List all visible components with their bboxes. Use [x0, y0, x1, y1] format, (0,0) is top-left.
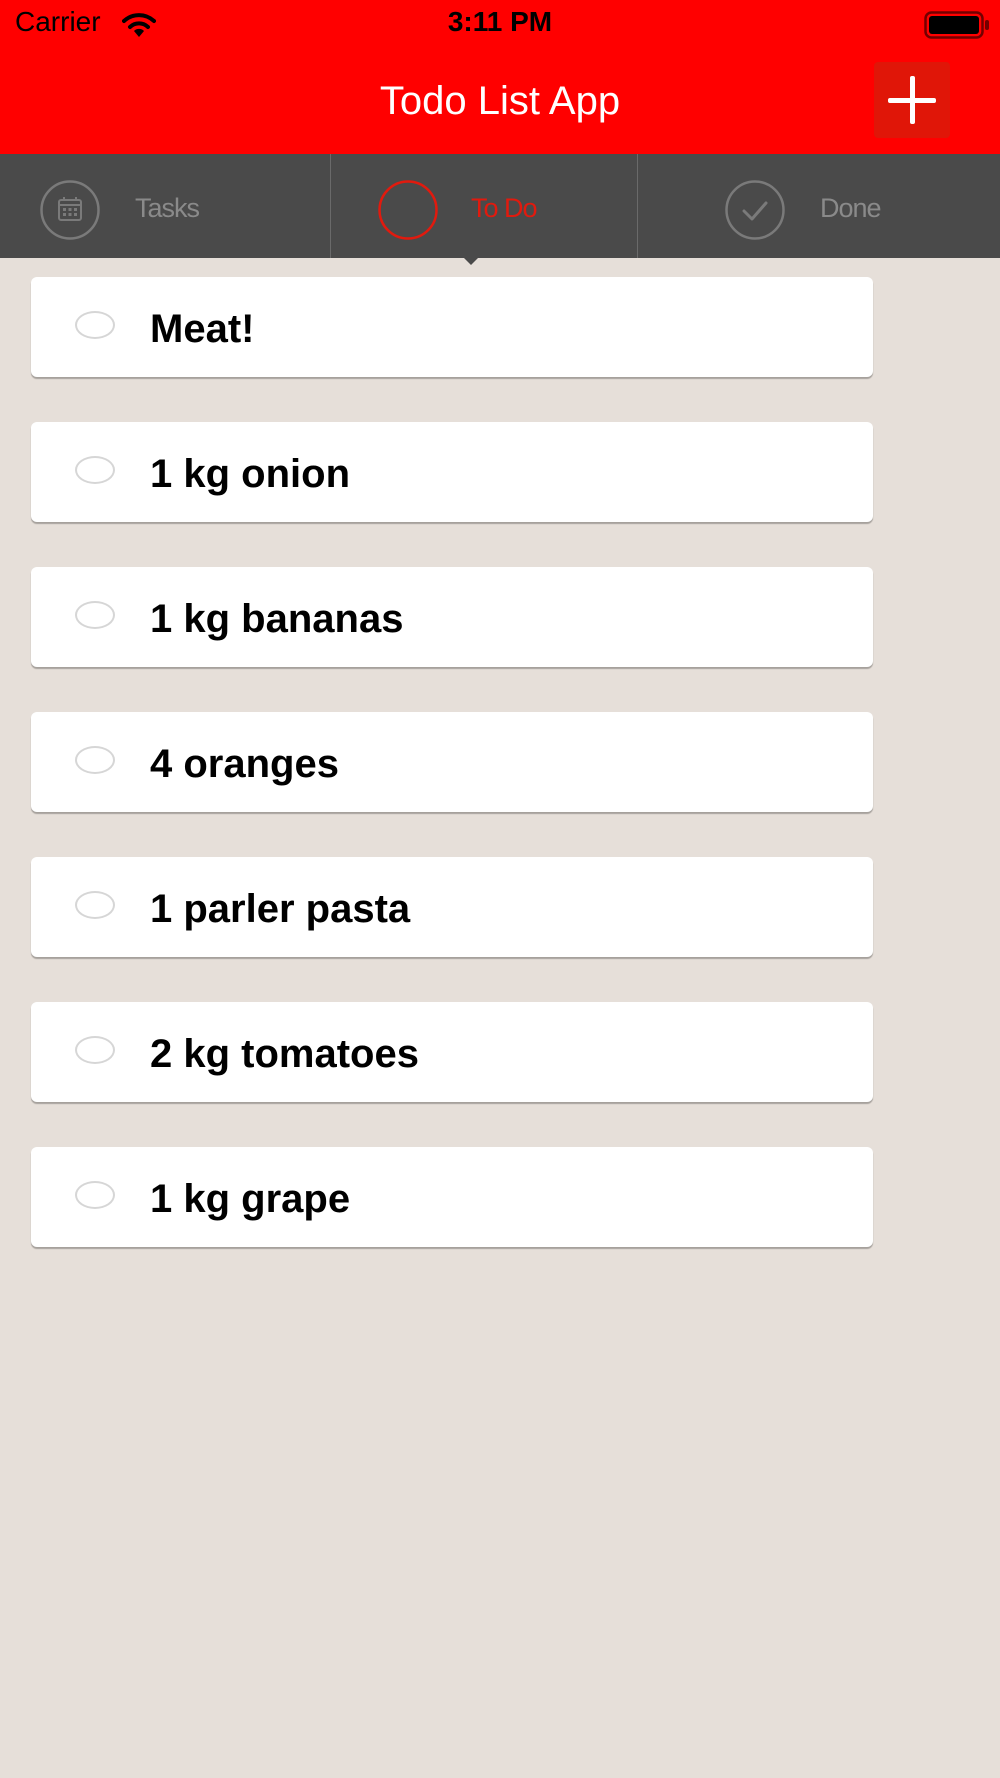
- todo-checkbox[interactable]: [75, 601, 115, 629]
- list-item[interactable]: 1 kg bananas: [31, 567, 873, 667]
- tab-todo[interactable]: To Do: [331, 154, 637, 258]
- circle-icon: [378, 180, 438, 240]
- list-item[interactable]: 1 kg grape: [31, 1147, 873, 1247]
- calendar-icon: [40, 180, 100, 240]
- todo-text: 1 parler pasta: [150, 887, 411, 931]
- tab-done-label: Done: [820, 193, 882, 223]
- todo-text: 1 kg onion: [150, 452, 350, 496]
- tab-bar: Tasks To Do Done: [0, 154, 1000, 258]
- tab-done[interactable]: Done: [638, 154, 1000, 258]
- battery-icon: [924, 11, 989, 39]
- todo-text: 2 kg tomatoes: [150, 1032, 419, 1076]
- list-item[interactable]: 4 oranges: [31, 712, 873, 812]
- todo-checkbox[interactable]: [75, 1181, 115, 1209]
- tab-tasks[interactable]: Tasks: [0, 154, 330, 258]
- todo-text: Meat!: [150, 307, 255, 351]
- app-header: Carrier 3:11 PM Todo List App: [0, 0, 1000, 154]
- todo-checkbox[interactable]: [75, 1036, 115, 1064]
- active-tab-pointer: [462, 256, 480, 265]
- list-item[interactable]: Meat!: [31, 277, 873, 377]
- todo-text: 4 oranges: [150, 742, 339, 786]
- todo-text: 1 kg grape: [150, 1177, 351, 1221]
- list-item[interactable]: 1 parler pasta: [31, 857, 873, 957]
- tab-tasks-label: Tasks: [135, 193, 200, 223]
- todo-checkbox[interactable]: [75, 746, 115, 774]
- status-time: 3:11 PM: [447, 6, 553, 37]
- todo-text: 1 kg bananas: [150, 597, 404, 641]
- tab-todo-label: To Do: [471, 193, 538, 223]
- checkmark-icon: [725, 180, 785, 240]
- page-title: Todo List App: [379, 79, 621, 123]
- todo-checkbox[interactable]: [75, 891, 115, 919]
- todo-checkbox[interactable]: [75, 311, 115, 339]
- status-bar: Carrier 3:11 PM: [0, 0, 1000, 50]
- todo-checkbox[interactable]: [75, 456, 115, 484]
- list-item[interactable]: 1 kg onion: [31, 422, 873, 522]
- add-todo-button[interactable]: [874, 62, 950, 138]
- list-item[interactable]: 2 kg tomatoes: [31, 1002, 873, 1102]
